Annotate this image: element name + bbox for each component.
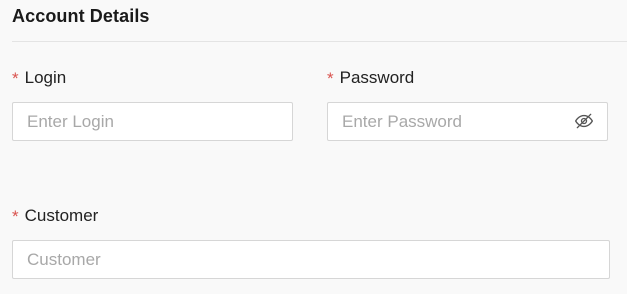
required-marker: * [327,69,334,88]
login-label: * Login [12,68,66,88]
required-marker: * [12,69,19,88]
required-marker: * [12,207,19,226]
customer-input[interactable] [12,240,610,279]
login-label-text: Login [24,68,67,87]
account-details-panel: Account Details * Login * Password * Custom… [0,0,627,294]
password-input[interactable] [327,102,608,141]
login-input[interactable] [12,102,293,141]
customer-label-text: Customer [24,206,99,225]
eye-off-icon[interactable] [572,109,596,133]
password-label-text: Password [339,68,415,87]
customer-label: * Customer [12,206,98,226]
password-label: * Password [327,68,414,88]
section-title: Account Details [12,6,150,26]
section-divider [12,41,627,42]
